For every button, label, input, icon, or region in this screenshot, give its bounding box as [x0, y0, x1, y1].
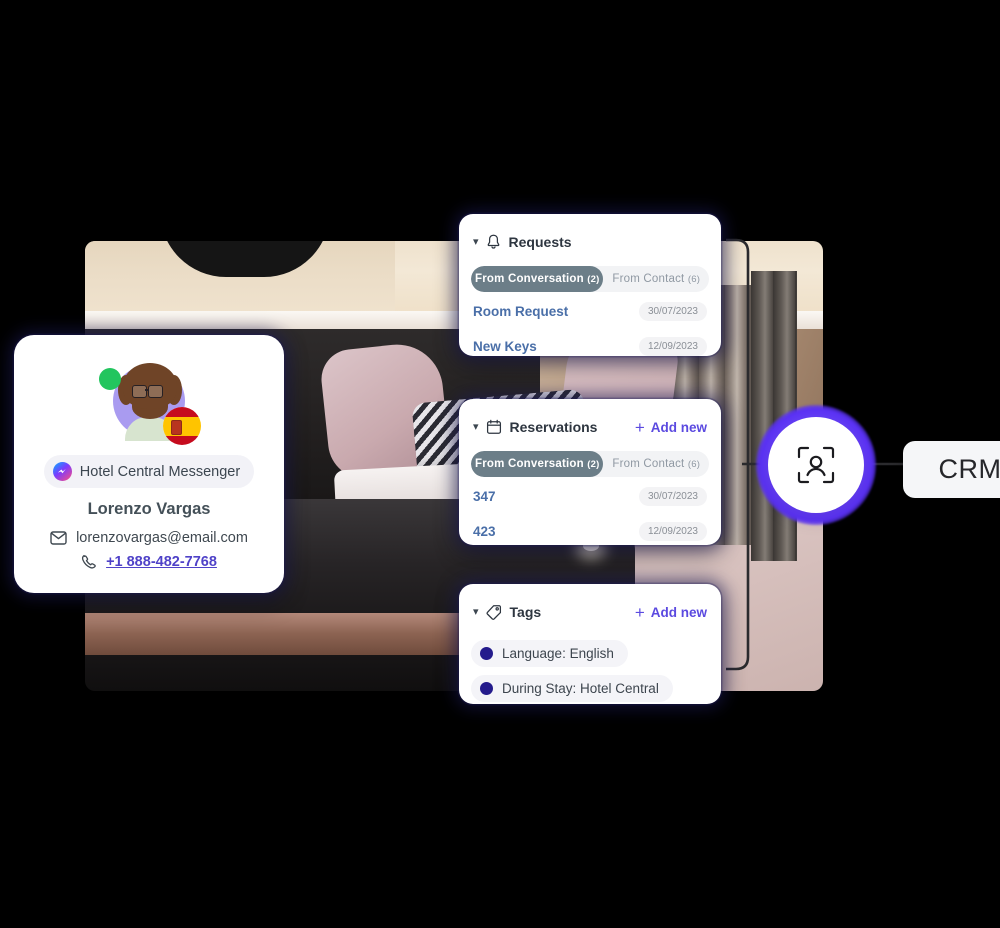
plus-icon: +	[634, 602, 645, 622]
add-new-label: Add new	[650, 419, 707, 435]
tab-from-conversation[interactable]: From Conversation (2)	[471, 451, 604, 477]
requests-header[interactable]: ▾ Requests	[459, 214, 721, 254]
messenger-icon	[52, 462, 72, 481]
scan-node[interactable]	[756, 405, 876, 525]
table-row[interactable]: 423 12/09/2023	[459, 516, 721, 547]
tab-count: (2)	[587, 459, 600, 470]
contact-email: lorenzovargas@email.com	[76, 530, 248, 546]
requests-panel: ▾ Requests From Conversation (2) From Co…	[459, 214, 721, 356]
tab-label: From Conversation	[475, 273, 584, 285]
tag-icon	[485, 605, 501, 620]
contact-email-row: lorenzovargas@email.com	[14, 530, 284, 546]
table-row[interactable]: New Keys 12/09/2023	[459, 331, 721, 362]
add-new-tag-button[interactable]: + Add new	[635, 604, 707, 621]
online-status-dot	[99, 368, 121, 390]
tags-header[interactable]: ▾ Tags + Add new	[459, 584, 721, 624]
reservations-panel: ▾ Reservations + Add new From Conversati…	[459, 399, 721, 545]
tab-from-contact[interactable]: From Contact (6)	[603, 451, 709, 477]
reservation-date: 12/09/2023	[638, 522, 707, 541]
request-name[interactable]: New Keys	[473, 339, 537, 354]
requests-title: Requests	[508, 234, 572, 250]
requests-tabs: From Conversation (2) From Contact (6)	[471, 266, 709, 292]
reservation-date: 30/07/2023	[638, 487, 707, 506]
chevron-down-icon[interactable]: ▾	[473, 421, 479, 433]
user-scan-icon	[797, 446, 835, 484]
spain-flag-icon	[163, 407, 201, 445]
tab-from-conversation[interactable]: From Conversation (2)	[471, 266, 604, 292]
scan-node-circle[interactable]	[768, 417, 864, 513]
contact-name: Lorenzo Vargas	[87, 500, 211, 518]
tab-from-contact[interactable]: From Contact (6)	[603, 266, 709, 292]
request-name[interactable]: Room Request	[473, 304, 568, 319]
chevron-down-icon[interactable]: ▾	[473, 236, 479, 248]
tab-count: (6)	[687, 274, 701, 285]
reservations-title: Reservations	[509, 419, 598, 435]
list-item[interactable]: During Stay: Hotel Central	[471, 675, 673, 702]
add-new-reservation-button[interactable]: + Add new	[635, 419, 707, 436]
tab-label: From Contact	[612, 458, 685, 470]
envelope-icon	[50, 531, 67, 545]
channel-label: Hotel Central Messenger	[79, 463, 241, 480]
calendar-icon	[486, 419, 501, 434]
tag-color-dot	[480, 682, 493, 695]
table-row[interactable]: 347 30/07/2023	[459, 481, 721, 512]
scene-root: CRM Hotel Central Messenger Lorenzo Varg…	[0, 0, 1000, 928]
avatar	[99, 363, 201, 445]
tag-label: During Stay: Hotel Central	[502, 681, 659, 696]
tab-count: (2)	[587, 274, 600, 285]
list-item[interactable]: Language: English	[471, 640, 628, 667]
bell-icon	[487, 234, 499, 249]
add-new-label: Add new	[650, 604, 707, 620]
reservation-number[interactable]: 347	[473, 489, 496, 504]
phone-icon	[82, 554, 96, 569]
request-date: 30/07/2023	[638, 302, 707, 321]
reservations-tabs: From Conversation (2) From Contact (6)	[471, 451, 709, 477]
tag-color-dot	[480, 647, 493, 660]
plus-icon: +	[634, 417, 645, 437]
crm-badge[interactable]: CRM	[903, 441, 1000, 498]
tags-title: Tags	[509, 604, 542, 620]
chevron-down-icon[interactable]: ▾	[473, 606, 479, 618]
reservations-header[interactable]: ▾ Reservations + Add new	[459, 399, 721, 439]
tab-count: (6)	[687, 459, 701, 470]
tab-label: From Conversation	[475, 458, 584, 470]
channel-badge: Hotel Central Messenger	[43, 455, 255, 488]
reservation-number[interactable]: 423	[473, 524, 496, 539]
contact-phone-row[interactable]: +1 888-482-7768	[14, 554, 284, 570]
contact-phone-link[interactable]: +1 888-482-7768	[106, 554, 217, 570]
tab-label: From Contact	[612, 273, 685, 285]
tags-panel: ▾ Tags + Add new Language: English Durin…	[459, 584, 721, 704]
request-date: 12/09/2023	[638, 337, 707, 356]
table-row[interactable]: Room Request 30/07/2023	[459, 296, 721, 327]
contact-card: Hotel Central Messenger Lorenzo Vargas l…	[14, 335, 284, 593]
tag-label: Language: English	[502, 646, 614, 661]
